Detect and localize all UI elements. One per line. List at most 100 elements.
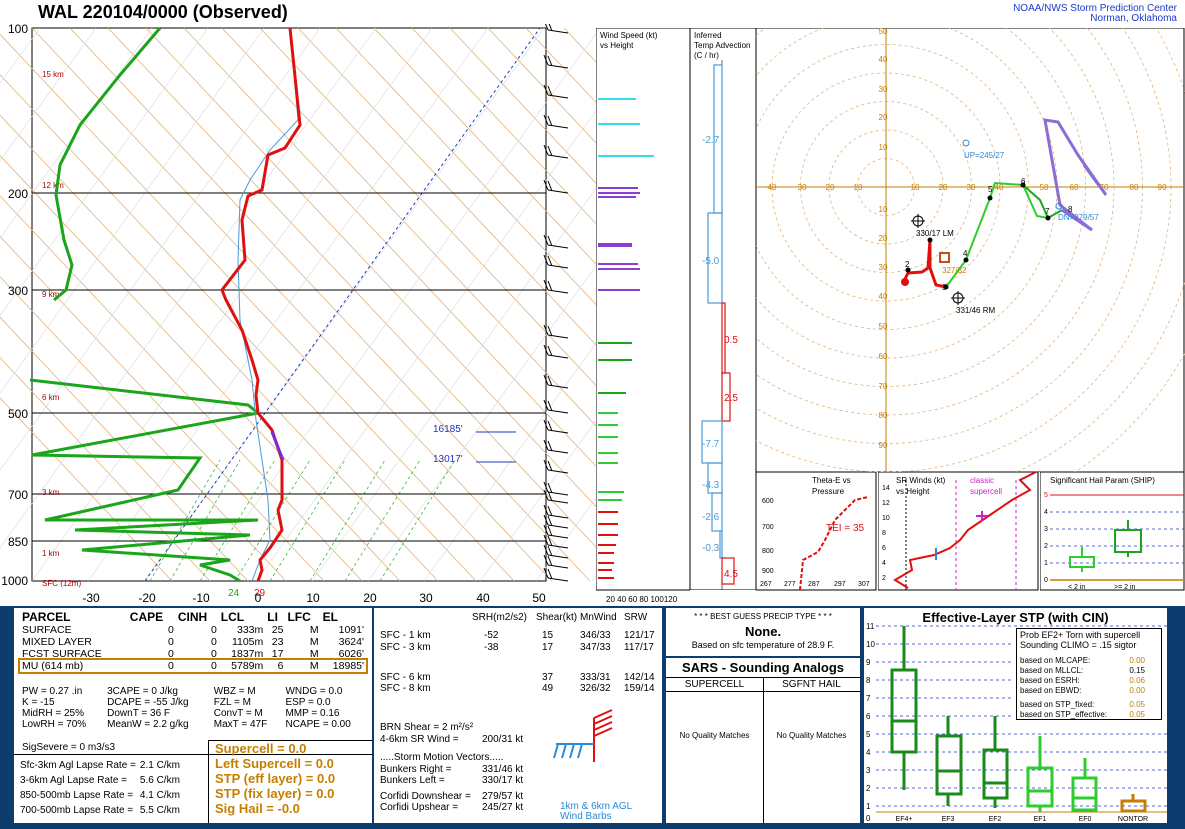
box-nontor: [1120, 794, 1147, 813]
th: SRH(m2/s2): [472, 612, 528, 623]
h-tick: 6: [882, 545, 886, 552]
cell: 1105m: [231, 636, 264, 648]
y-tick: 4: [1044, 509, 1048, 516]
ring-label: 30: [879, 263, 888, 272]
precip-panel: * * * BEST GUESS PRECIP TYPE * * * None.…: [666, 608, 860, 656]
cell: 1091': [338, 624, 364, 636]
sars-title: SARS - Sounding Analogs: [681, 660, 844, 675]
composites-box: Supercell = 0.0 Left Supercell = 0.0 STP…: [208, 740, 372, 823]
cell: 1837m: [231, 648, 264, 660]
composite: STP (eff layer) = 0.0: [215, 771, 336, 786]
motion-label: Bunkers Left =: [380, 775, 445, 786]
panel-title: SR Winds (kt): [896, 476, 946, 485]
panel-title: vs Height: [896, 487, 930, 496]
wind-barb: [547, 154, 569, 159]
ring-label: 50: [879, 322, 888, 331]
ring-label: 50: [1040, 183, 1049, 192]
barb-6km-icon: [593, 709, 613, 762]
cell: 49: [542, 683, 554, 694]
y-tick: 10: [866, 640, 875, 649]
stp-chart: 11 10 9 8 7 6 5 4 3 2 1 0 EF4+ EF3 EF2 E…: [866, 622, 1167, 823]
h-tick: 10: [882, 515, 890, 522]
sfc-td-label: 24: [228, 588, 240, 599]
ring-label: 40: [768, 183, 777, 192]
adv-value: 4.5: [724, 569, 738, 580]
t-tick: 20: [363, 591, 377, 605]
parcel-table: PARCEL CAPE CINH LCL LI LFC EL SURFACE 0 0…: [18, 610, 368, 674]
t-tick: 287: [808, 581, 820, 588]
composite: Sig Hail = -0.0: [215, 801, 300, 816]
y-tick: 11: [866, 622, 875, 631]
kinematics-panel: SRH(m2/s2) Shear(kt) MnWind SRW SFC - 1 …: [374, 608, 662, 823]
temp-axis: -30 -20 -10 0 10 20 30 40 50: [82, 591, 546, 605]
wind-barb: [547, 564, 569, 569]
dn-label: DN=279/57: [1058, 213, 1099, 222]
panel-title: (C / hr): [694, 51, 719, 60]
h-tick: 12: [882, 500, 890, 507]
cat-label: EF4+: [896, 816, 913, 823]
wind-barb: [547, 554, 569, 559]
cell: WNDG = 0.0: [285, 686, 343, 697]
y-tick: 0: [866, 814, 871, 823]
motion-label: Corfidi Downshear =: [380, 791, 471, 802]
wind-barb: [547, 29, 569, 34]
ring-label: 50: [879, 28, 888, 36]
wind-barb: [547, 499, 569, 504]
wind-barb: [547, 244, 569, 249]
adv-value: 2.5: [724, 393, 738, 404]
p-label: 100: [8, 24, 28, 36]
table-row[interactable]: MIXED LAYER 0 0 1105m 23 M 3624': [20, 636, 366, 648]
table-row[interactable]: SURFACE 0 0 333m 25 M 1091': [20, 624, 366, 636]
cell: 17: [271, 648, 284, 660]
cell: 0: [168, 636, 174, 648]
ring-label: 90: [1158, 183, 1167, 192]
cell: -52: [484, 630, 499, 641]
ring-label: 60: [879, 352, 888, 361]
y-tick: 5: [866, 730, 871, 739]
h-label: SFC (12m): [42, 579, 81, 588]
cell: PW = 0.27 .in: [22, 686, 83, 697]
ring-label: 30: [879, 85, 888, 94]
h-label: 3 km: [42, 488, 60, 497]
agl-wind-barbs: [553, 709, 613, 762]
pt-label: 6: [1021, 177, 1026, 186]
ring-label: 20: [879, 113, 888, 122]
cell: 3-6km Agl Lapse Rate =: [20, 775, 128, 786]
adv-value: -2.6: [702, 512, 720, 523]
cell: 5.6 C/km: [139, 775, 180, 786]
p-tick: 800: [762, 548, 774, 555]
cell: K = -15: [22, 697, 55, 708]
t-tick: -10: [192, 591, 210, 605]
box-ef4: [890, 626, 918, 790]
th: LFC: [287, 610, 311, 624]
t-tick: 40: [476, 591, 490, 605]
wind-barb: [547, 354, 569, 359]
h-tick: 4: [882, 560, 886, 567]
sfc-t-label: 29: [254, 588, 266, 599]
wind-barb: [547, 280, 553, 292]
y-tick: 3: [1044, 526, 1048, 533]
cell: 0: [210, 624, 217, 636]
wind-barb: [547, 469, 569, 474]
adv-value: -7.7: [702, 439, 720, 450]
panel-title: vs Height: [600, 41, 634, 50]
cell: LowRH = 70%: [22, 719, 87, 730]
table-row-selected[interactable]: MU (614 mb) 0 0 5789m 6 M 18985': [18, 658, 368, 674]
p-label: 1000: [1, 574, 28, 588]
p-tick: 600: [762, 498, 774, 505]
barb-label: 1km & 6km AGL Wind Barbs: [560, 802, 632, 822]
sars-msg: No Quality Matches: [776, 731, 847, 740]
supercell-label: supercell: [970, 487, 1002, 496]
wind-barb: [547, 94, 569, 99]
th: SRW: [624, 612, 648, 623]
wind-barb: [547, 505, 553, 517]
th: Shear(kt): [536, 612, 578, 623]
wind-barb: [547, 420, 553, 432]
precip-note: Based on sfc temperature of 28.9 F.: [691, 640, 835, 650]
motion-value: 279/57 kt: [482, 791, 524, 802]
h-label: 1 km: [42, 549, 60, 558]
table-row[interactable]: FCST SURFACE 0 0 1837m 17 M 6026': [20, 648, 366, 660]
sr-winds-panel: SR Winds (kt) vs Height classic supercel…: [878, 472, 1039, 591]
adv-value: -4.3: [702, 480, 720, 491]
brn-shear: BRN Shear = 2 m²/s²: [380, 722, 474, 733]
